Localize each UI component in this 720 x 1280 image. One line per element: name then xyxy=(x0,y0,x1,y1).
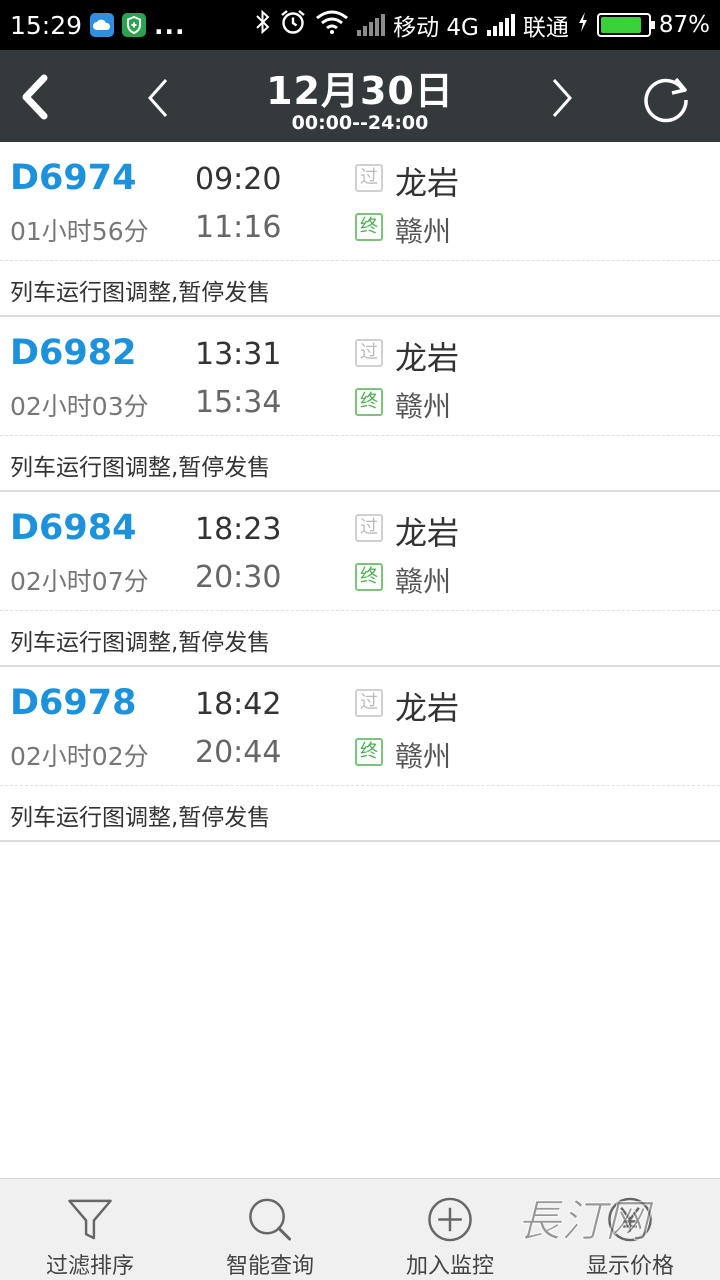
sale-notice: 列车运行图调整,暂停发售 xyxy=(10,805,271,831)
terminal-station-badge: 终 xyxy=(355,563,383,591)
signal-strength-icon-2 xyxy=(486,14,515,36)
status-left: 15:29 ... xyxy=(10,11,186,40)
row-divider xyxy=(0,785,720,786)
train-row-d6982[interactable]: D6982 02小时03分 13:31 15:34 过 龙岩 终 赣州 列车运行… xyxy=(0,317,720,492)
row-divider xyxy=(0,435,720,436)
train-row-d6974[interactable]: D6974 01小时56分 09:20 11:16 过 龙岩 终 赣州 列车运行… xyxy=(0,142,720,317)
train-number: D6978 xyxy=(10,683,137,723)
filter-sort-button[interactable]: 过滤排序 xyxy=(0,1179,180,1280)
status-time: 15:29 xyxy=(10,10,83,40)
departure-station: 龙岩 xyxy=(395,339,460,377)
terminal-station-badge: 终 xyxy=(355,213,383,241)
date-title: 12月30日 xyxy=(266,69,454,113)
train-row-d6978[interactable]: D6978 02小时02分 18:42 20:44 过 龙岩 终 赣州 列车运行… xyxy=(0,667,720,842)
passing-station-badge: 过 xyxy=(355,339,383,367)
train-number: D6982 xyxy=(10,333,137,373)
security-shield-icon xyxy=(122,13,147,37)
terminal-station-badge: 终 xyxy=(355,738,383,766)
departure-station: 龙岩 xyxy=(395,514,460,552)
arrival-time: 20:30 xyxy=(195,560,282,595)
departure-station: 龙岩 xyxy=(395,689,460,727)
cloud-app-icon xyxy=(90,13,115,37)
add-monitor-label: 加入监控 xyxy=(405,1254,494,1279)
travel-duration: 02小时02分 xyxy=(10,742,149,771)
funnel-filter-icon xyxy=(68,1199,112,1240)
chevron-right-icon xyxy=(552,79,573,117)
sale-notice: 列车运行图调整,暂停发售 xyxy=(10,630,271,656)
filter-sort-label: 过滤排序 xyxy=(45,1254,134,1279)
search-icon xyxy=(249,1198,292,1241)
arrival-station: 赣州 xyxy=(395,215,452,248)
arrival-time: 11:16 xyxy=(195,210,282,245)
row-divider xyxy=(0,610,720,611)
departure-time: 18:42 xyxy=(195,687,282,722)
travel-duration: 02小时03分 xyxy=(10,392,149,421)
travel-duration: 02小时07分 xyxy=(10,567,149,596)
charging-bolt-icon xyxy=(577,11,589,39)
terminal-station-badge: 终 xyxy=(355,388,383,416)
refresh-icon xyxy=(644,77,688,123)
arrival-station: 赣州 xyxy=(395,740,452,773)
show-price-label: 显示价格 xyxy=(585,1254,674,1279)
carrier-2-label: 联通 xyxy=(522,15,569,41)
status-right: 移动 4G 联通 87% xyxy=(255,8,710,42)
travel-duration: 01小时56分 xyxy=(10,217,149,246)
train-row-d6984[interactable]: D6984 02小时07分 18:23 20:30 过 龙岩 终 赣州 列车运行… xyxy=(0,492,720,667)
train-number: D6984 xyxy=(10,508,137,548)
battery-level-fill xyxy=(600,17,641,33)
time-range: 00:00--24:00 xyxy=(291,112,429,134)
passing-station-badge: 过 xyxy=(355,514,383,542)
price-yen-icon xyxy=(608,1197,652,1242)
passing-station-badge: 过 xyxy=(355,164,383,192)
status-bar: 15:29 ... 移动 4G 联通 87% xyxy=(0,0,720,50)
show-price-button[interactable]: 显示价格 xyxy=(540,1179,720,1280)
row-divider xyxy=(0,260,720,261)
arrival-station: 赣州 xyxy=(395,390,452,423)
departure-time: 09:20 xyxy=(195,162,282,197)
arrival-station: 赣州 xyxy=(395,565,452,598)
sale-notice: 列车运行图调整,暂停发售 xyxy=(10,455,271,481)
departure-time: 13:31 xyxy=(195,337,282,372)
smart-query-label: 智能查询 xyxy=(225,1254,314,1279)
departure-station: 龙岩 xyxy=(395,164,460,202)
add-monitor-button[interactable]: 加入监控 xyxy=(360,1179,540,1280)
refresh-button[interactable] xyxy=(638,70,694,126)
bluetooth-icon xyxy=(255,9,271,41)
signal-strength-icon-1 xyxy=(357,14,386,36)
departure-time: 18:23 xyxy=(195,512,282,547)
next-day-button[interactable] xyxy=(544,76,580,120)
train-number: D6974 xyxy=(10,158,137,198)
plus-circle-icon xyxy=(428,1197,472,1242)
arrival-time: 15:34 xyxy=(195,385,282,420)
notification-more-icon: ... xyxy=(154,10,186,40)
battery-percent: 87% xyxy=(658,12,710,38)
bottom-toolbar: 过滤排序 智能查询 加入监控 显示价格 xyxy=(0,1178,720,1280)
carrier-1-label: 移动 4G xyxy=(393,15,479,41)
train-list: D6974 01小时56分 09:20 11:16 过 龙岩 终 赣州 列车运行… xyxy=(0,142,720,842)
battery-icon xyxy=(596,13,655,37)
arrival-time: 20:44 xyxy=(195,735,282,770)
top-navigation-bar: 12月30日 00:00--24:00 xyxy=(0,50,720,142)
alarm-clock-icon xyxy=(279,8,307,42)
passing-station-badge: 过 xyxy=(355,689,383,717)
wifi-icon xyxy=(315,10,349,40)
sale-notice: 列车运行图调整,暂停发售 xyxy=(10,280,271,306)
app-root: 15:29 ... 移动 4G 联通 87% 12月30日 00:00--24:… xyxy=(0,0,720,1280)
smart-query-button[interactable]: 智能查询 xyxy=(180,1179,360,1280)
